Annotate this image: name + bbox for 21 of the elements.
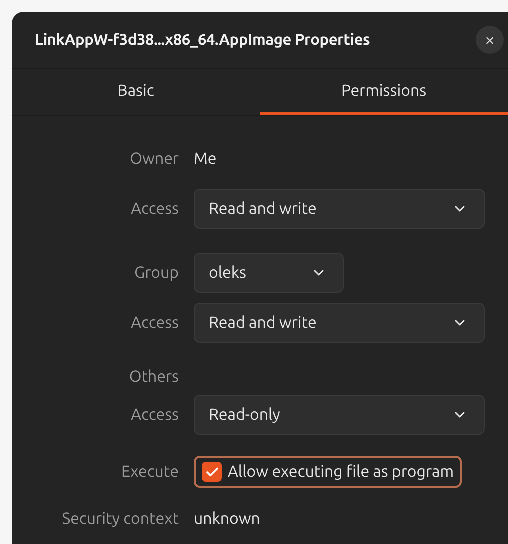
dropdown[interactable]: Read-only [194, 395, 485, 435]
field-value: unknown [194, 509, 260, 530]
field-label: Access [130, 313, 179, 334]
dropdown[interactable]: oleks [194, 253, 344, 293]
checkbox-label: Allow executing file as program [228, 462, 454, 483]
field-label: Others [128, 367, 179, 388]
dropdown[interactable]: Read and write [194, 303, 485, 343]
tab[interactable]: Permissions [260, 69, 508, 115]
dropdown[interactable]: Read and write [194, 189, 485, 229]
window-title: LinkAppW-f3d38...x86_64.AppImage Properties [35, 30, 372, 50]
field-label: Owner [129, 149, 179, 170]
checkbox-row[interactable]: Allow executing file as program [194, 456, 462, 488]
checkbox[interactable] [202, 462, 222, 482]
field-label: Access [130, 199, 179, 220]
field-label: Group [133, 263, 179, 284]
close-button[interactable]: × [476, 26, 504, 54]
field-label: Access [130, 405, 179, 426]
field-label: Security context [61, 509, 179, 530]
field-label: Execute [120, 462, 179, 483]
tab[interactable]: Basic [12, 69, 260, 115]
field-value: Me [194, 149, 217, 170]
